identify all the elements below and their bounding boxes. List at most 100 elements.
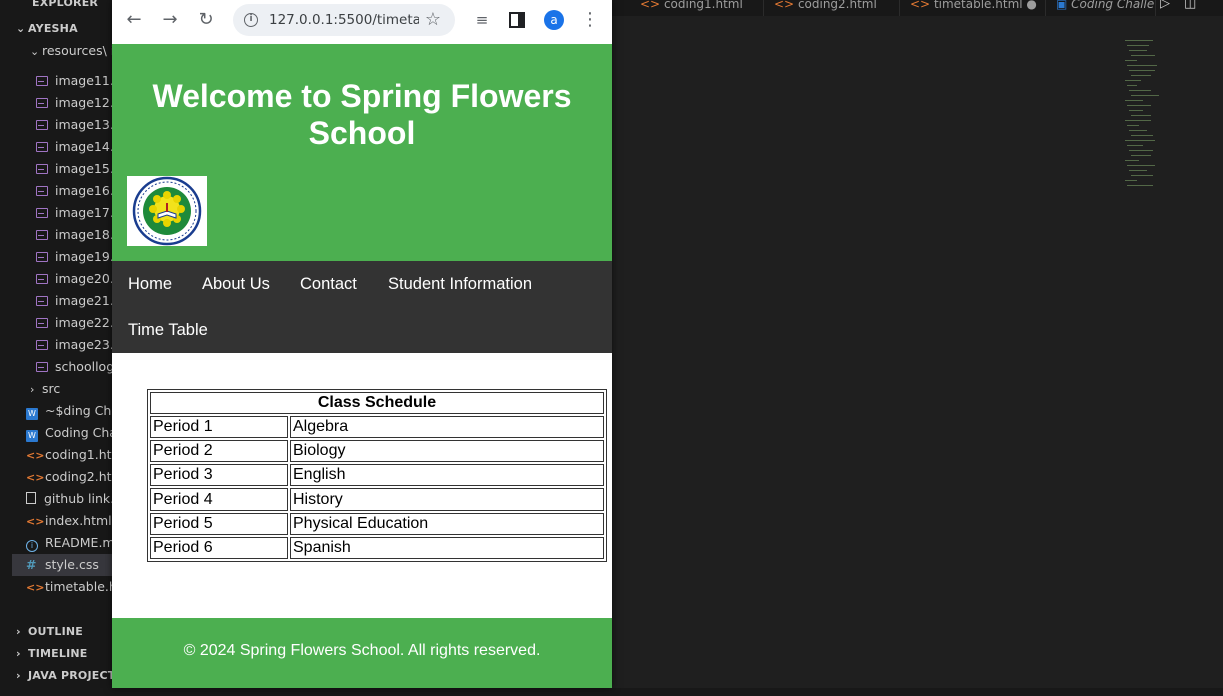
subject-cell: Algebra: [290, 416, 604, 439]
explorer-file-item[interactable]: image22.jp: [36, 312, 112, 334]
word-file-icon: W: [26, 408, 38, 420]
side-panel-icon[interactable]: [505, 8, 529, 32]
src-folder[interactable]: › src: [30, 378, 60, 400]
explorer-file-item[interactable]: image13.jp: [36, 114, 112, 136]
tab-coding2[interactable]: <> coding2.html: [764, 0, 900, 16]
class-schedule-table: Class Schedule Period 1 Algebra Period 2 Bi…: [147, 389, 607, 562]
minimap-line: [1131, 115, 1151, 116]
file-label: image16.jp: [55, 183, 112, 198]
split-editor-icon[interactable]: ◫: [1184, 0, 1196, 11]
minimap-line: [1125, 60, 1137, 61]
run-icon[interactable]: ▷: [1160, 0, 1170, 11]
minimap-line: [1131, 135, 1153, 136]
nav-about-us[interactable]: About Us: [202, 261, 270, 307]
period-cell: Period 5: [150, 512, 288, 535]
explorer-file-item[interactable]: i README.mc: [12, 532, 112, 554]
minimap-line: [1127, 185, 1153, 186]
subject-cell: Physical Education: [290, 512, 604, 535]
explorer-file-item[interactable]: image18.jp: [36, 224, 112, 246]
minimap-line: [1127, 105, 1151, 106]
explorer-file-item[interactable]: # style.css: [12, 554, 112, 576]
tab-timetable[interactable]: <> timetable.html ●: [900, 0, 1046, 16]
file-label: github link.t: [44, 491, 112, 506]
file-label: coding1.htm: [45, 447, 112, 462]
explorer-file-item[interactable]: <>coding2.htm: [12, 466, 112, 488]
explorer-file-item[interactable]: image20.jp: [36, 268, 112, 290]
nav-home[interactable]: Home: [128, 261, 172, 307]
explorer-file-item[interactable]: image17.jp: [36, 202, 112, 224]
minimap[interactable]: [1125, 40, 1165, 190]
period-cell: Period 3: [150, 464, 288, 487]
tab-coding-challenge[interactable]: ▣ Coding Challe: [1046, 0, 1156, 16]
src-folder-label: src: [42, 381, 61, 396]
css-file-icon: #: [26, 557, 37, 572]
file-label: image19.jp: [55, 249, 112, 264]
period-cell: Period 4: [150, 488, 288, 511]
back-arrow-icon[interactable]: ←: [122, 8, 146, 32]
media-control-icon[interactable]: ≡: [470, 8, 494, 32]
reload-icon[interactable]: ↻: [194, 8, 218, 32]
explorer-file-item[interactable]: image11.jp: [36, 70, 112, 92]
table-row: Period 1 Algebra: [150, 416, 604, 439]
browser-toolbar: ← → ↻ i 127.0.0.1:5500/timeta... ☆ ≡ a ⋮: [112, 0, 612, 44]
explorer-file-item[interactable]: image19.jp: [36, 246, 112, 268]
minimap-line: [1125, 140, 1155, 141]
address-bar[interactable]: i 127.0.0.1:5500/timeta... ☆: [233, 4, 455, 36]
explorer-file-item[interactable]: image21.a: [36, 290, 112, 312]
explorer-file-item[interactable]: <>coding1.htm: [12, 444, 112, 466]
more-menu-icon[interactable]: ⋮: [578, 8, 602, 32]
info-icon[interactable]: i: [244, 13, 258, 27]
project-folder[interactable]: ⌄ AYESHA: [16, 18, 78, 40]
explorer-file-item[interactable]: github link.t: [12, 488, 112, 510]
file-label: image15.jp: [55, 161, 112, 176]
forward-arrow-icon[interactable]: →: [158, 8, 182, 32]
html-icon: <>: [640, 0, 664, 11]
minimap-line: [1129, 90, 1151, 91]
resources-folder-label: resources\ i: [42, 43, 112, 58]
explorer-file-item[interactable]: image15.jp: [36, 158, 112, 180]
bookmark-star-icon[interactable]: ☆: [421, 4, 445, 36]
image-file-icon: [36, 186, 48, 196]
chevron-down-icon: ⌄: [30, 45, 40, 58]
table-row: Period 6 Spanish: [150, 536, 604, 559]
url-text[interactable]: 127.0.0.1:5500/timeta...: [269, 4, 419, 36]
file-label: coding2.htm: [45, 469, 112, 484]
file-label: image11.jp: [55, 73, 112, 88]
minimap-line: [1131, 95, 1159, 96]
minimap-line: [1127, 165, 1155, 166]
nav-time-table[interactable]: Time Table: [128, 307, 208, 353]
image-file-icon: [36, 164, 48, 174]
explorer-file-item[interactable]: <>timetable.ht: [12, 576, 112, 598]
nav-contact[interactable]: Contact: [300, 261, 357, 307]
image-file-icon: [36, 142, 48, 152]
nav-student-information[interactable]: Student Information: [388, 261, 532, 307]
explorer-header: EXPLORER: [32, 0, 99, 9]
timeline-section[interactable]: › TIMELINE: [16, 643, 87, 665]
explorer-file-item[interactable]: image12.jp: [36, 92, 112, 114]
outline-section[interactable]: › OUTLINE: [16, 621, 83, 643]
explorer-file-item[interactable]: image23.jp: [36, 334, 112, 356]
file-label: README.mc: [45, 535, 112, 550]
word-file-icon: W: [26, 430, 38, 442]
minimap-line: [1127, 145, 1143, 146]
explorer-file-item[interactable]: image14.jp: [36, 136, 112, 158]
tab-coding1[interactable]: <> coding1.html: [630, 0, 764, 16]
minimap-line: [1131, 55, 1155, 56]
explorer-file-item[interactable]: W Coding Cha: [12, 422, 112, 444]
minimap-line: [1131, 75, 1151, 76]
table-row: Period 4 History: [150, 488, 604, 511]
explorer-file-item[interactable]: schoollogo: [36, 356, 112, 378]
resources-folder[interactable]: ⌄ resources\ i: [30, 40, 112, 62]
file-label: timetable.ht: [45, 579, 112, 594]
subject-cell: History: [290, 488, 604, 511]
file-label: index.html: [45, 513, 112, 528]
image-file-icon: [36, 318, 48, 328]
image-file-icon: [36, 340, 48, 350]
explorer-file-item[interactable]: image16.jp: [36, 180, 112, 202]
profile-avatar[interactable]: a: [544, 10, 564, 30]
file-label: image22.jp: [55, 315, 112, 330]
explorer-file-item[interactable]: <>index.html: [12, 510, 112, 532]
explorer-file-item[interactable]: W ~$ding Cha: [12, 400, 112, 422]
java-projects-section[interactable]: › JAVA PROJECTS: [16, 665, 112, 687]
status-bar: [0, 688, 1223, 696]
